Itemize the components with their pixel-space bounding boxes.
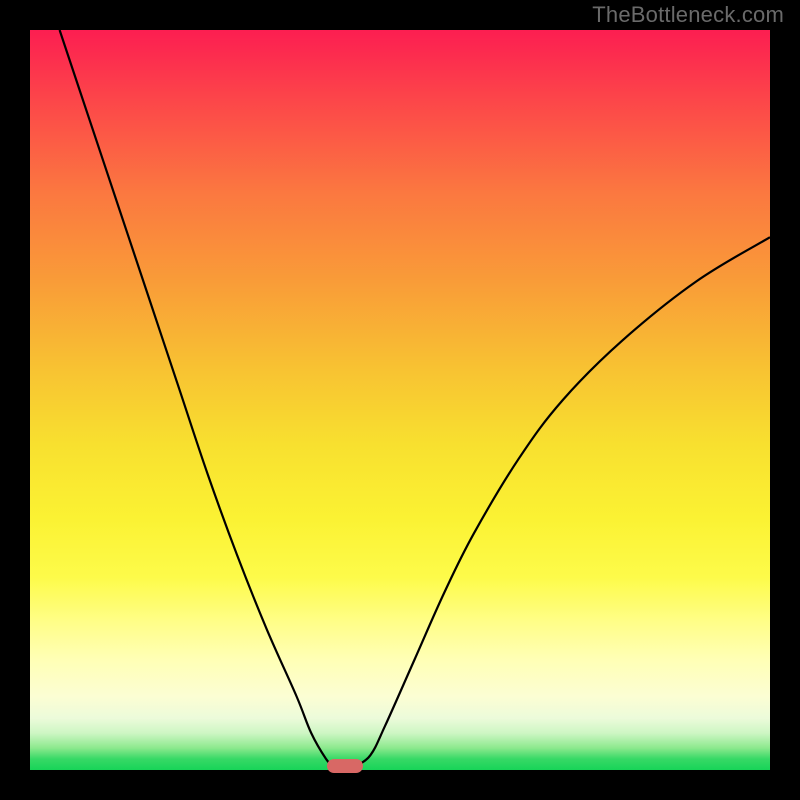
right-branch-line — [356, 237, 770, 766]
watermark-text: TheBottleneck.com — [592, 2, 784, 28]
curve-layer — [30, 30, 770, 770]
left-branch-line — [60, 30, 334, 766]
plot-area — [30, 30, 770, 770]
minimum-marker — [327, 759, 363, 773]
chart-frame: TheBottleneck.com — [0, 0, 800, 800]
